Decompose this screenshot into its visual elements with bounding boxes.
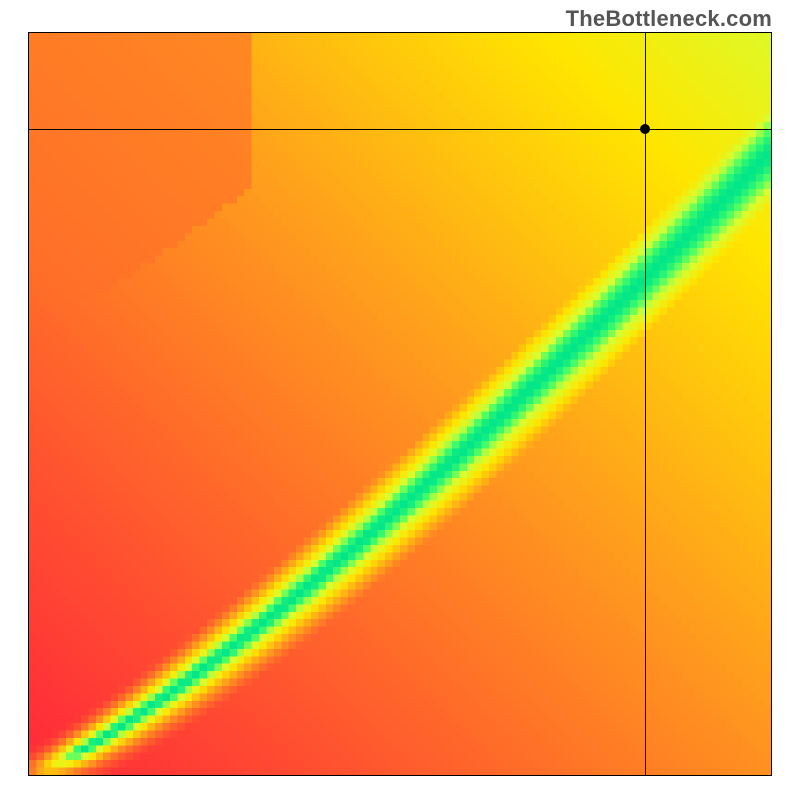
heatmap-plot xyxy=(28,32,772,776)
watermark-text: TheBottleneck.com xyxy=(566,6,772,32)
data-point-marker xyxy=(640,124,650,134)
heatmap-canvas xyxy=(29,33,771,775)
crosshair-vertical xyxy=(645,33,646,775)
crosshair-horizontal xyxy=(29,129,771,130)
chart-container: TheBottleneck.com xyxy=(0,0,800,800)
